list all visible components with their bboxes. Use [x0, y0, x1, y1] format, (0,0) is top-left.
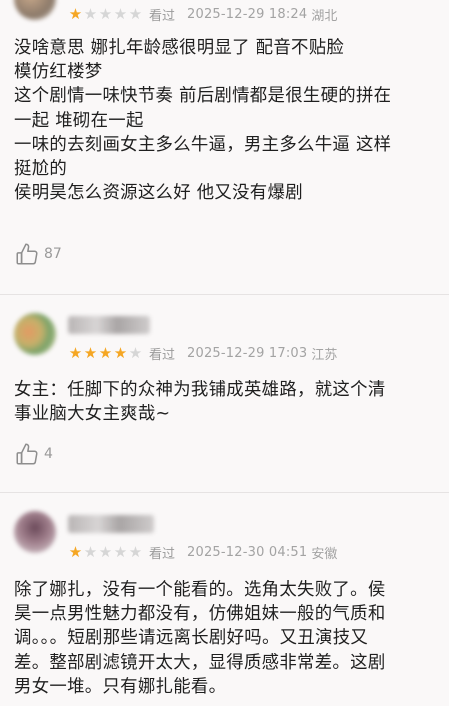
avatar[interactable] [14, 511, 56, 553]
divider [0, 492, 449, 493]
review-location: 湖北 [311, 8, 338, 24]
review-meta: ★ ★ ★ ★ ★ 看过 2025-12-29 17:03 江苏 [68, 343, 338, 363]
rating-stars: ★ ★ ★ ★ ★ [68, 542, 143, 561]
star-icon: ★ [83, 4, 98, 23]
review-meta: ★ ★ ★ ★ ★ 看过 2025-12-30 04:51 安徽 [68, 542, 338, 562]
star-icon: ★ [68, 4, 83, 23]
avatar[interactable] [14, 0, 56, 20]
watch-status: 看过 [149, 8, 176, 24]
avatar[interactable] [14, 313, 56, 355]
rating-stars: ★ ★ ★ ★ ★ [68, 343, 143, 362]
star-icon: ★ [113, 4, 128, 23]
star-icon: ★ [83, 343, 98, 362]
star-icon: ★ [98, 4, 113, 23]
review-meta: ★ ★ ★ ★ ★ 看过 2025-12-29 18:24 湖北 [68, 4, 338, 24]
star-icon: ★ [68, 343, 83, 362]
username-blurred[interactable] [68, 316, 150, 334]
star-icon: ★ [113, 343, 128, 362]
like-button[interactable]: 87 [14, 241, 62, 267]
star-icon: ★ [128, 4, 143, 23]
review-time: 2025-12-30 04:51 [187, 544, 308, 560]
like-count: 4 [44, 446, 53, 462]
star-icon: ★ [98, 542, 113, 561]
star-icon: ★ [83, 542, 98, 561]
like-button[interactable]: 4 [14, 441, 53, 467]
like-count: 87 [44, 246, 62, 262]
review-text: 除了娜扎，没有一个能看的。选角太失败了。侯 昊一点男性魅力都没有，仿佛姐妹一般的… [14, 580, 386, 697]
star-icon: ★ [128, 343, 143, 362]
watch-status: 看过 [149, 347, 176, 363]
watch-status: 看过 [149, 546, 176, 562]
review-time: 2025-12-29 18:24 [187, 6, 308, 22]
thumbs-up-icon [16, 243, 38, 265]
star-icon: ★ [68, 542, 83, 561]
review-time: 2025-12-29 17:03 [187, 345, 308, 361]
divider [0, 294, 449, 295]
thumbs-up-icon [16, 443, 38, 465]
review-location: 安徽 [311, 546, 338, 562]
review-text: 女主：任脚下的众神为我铺成英雄路，就这个清 事业脑大女主爽哉~ [14, 380, 386, 425]
star-icon: ★ [98, 343, 113, 362]
star-icon: ★ [113, 542, 128, 561]
review-location: 江苏 [311, 347, 338, 363]
rating-stars: ★ ★ ★ ★ ★ [68, 4, 143, 23]
review-text: 没啥意思 娜扎年龄感很明显了 配音不贴脸 模仿红楼梦 这个剧情一味快节奏 前后剧… [14, 38, 392, 204]
star-icon: ★ [128, 542, 143, 561]
username-blurred[interactable] [68, 515, 154, 533]
